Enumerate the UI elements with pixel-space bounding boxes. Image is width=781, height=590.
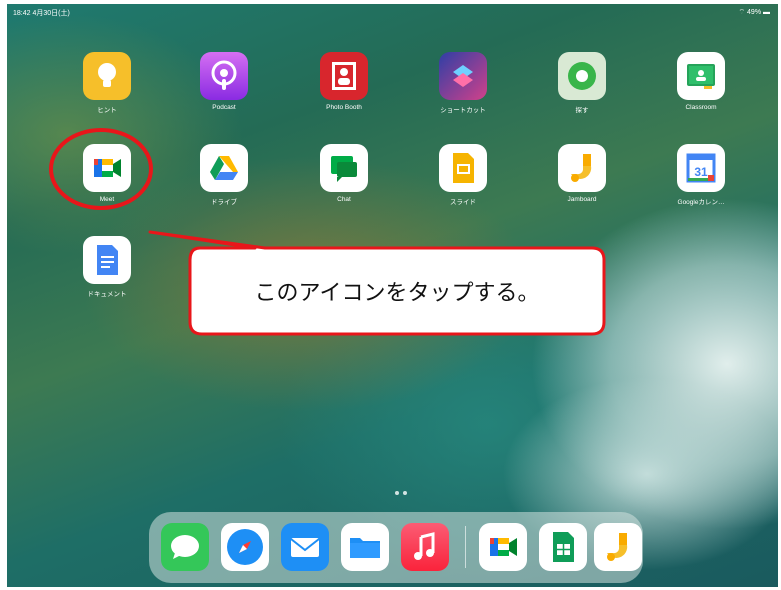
podcast-icon [200,52,248,100]
google-docs-icon [83,236,131,284]
files-icon[interactable] [341,523,389,571]
google-drive-icon [200,144,248,192]
dock-separator [465,526,466,568]
jamboard-icon[interactable] [594,523,642,571]
calendar-day: 31 [694,165,708,179]
find-my-icon [558,52,606,100]
highlight-circle [49,128,153,210]
app-jamboard[interactable]: Jamboard [547,144,617,203]
app-label: Jamboard [567,196,597,203]
app-label: Photo Booth [326,104,362,111]
jamboard-icon [558,144,606,192]
app-label: スライド [450,199,476,206]
dock [149,512,643,583]
app-label: ショートカット [440,107,486,114]
app-drive[interactable]: ドライブ [189,144,259,206]
safari-icon[interactable] [221,523,269,571]
app-find-my[interactable]: 探す [547,52,617,114]
messages-icon[interactable] [161,523,209,571]
mail-icon[interactable] [281,523,329,571]
app-docs[interactable]: ドキュメント [72,236,142,298]
status-battery: ⌔ 49% ▬ [738,9,770,16]
page-indicator[interactable] [393,482,409,500]
music-icon[interactable] [401,523,449,571]
app-shortcuts[interactable]: ショートカット [428,52,498,114]
app-photo-booth[interactable]: Photo Booth [309,52,379,111]
lightbulb-icon [83,52,131,100]
app-label: Googleカレン… [677,199,725,206]
app-label: 探す [575,107,589,114]
google-meet-icon[interactable] [479,523,527,571]
app-chat[interactable]: Chat [309,144,379,203]
app-slides[interactable]: スライド [428,144,498,206]
callout-text: このアイコンをタップする。 [254,280,540,305]
google-slides-icon [439,144,487,192]
photo-booth-icon [320,52,368,100]
google-chat-icon [320,144,368,192]
app-label: Podcast [212,104,236,111]
app-label: ヒント [97,107,117,114]
google-sheets-icon[interactable] [539,523,587,571]
status-time: 18:42 4月30日(土) [13,10,70,17]
classroom-icon [677,52,725,100]
app-label: Chat [337,196,351,203]
google-calendar-icon: 31 [677,144,725,192]
app-calendar[interactable]: 31 Googleカレン… [666,144,736,206]
screenshot-frame: 18:42 4月30日(土) ⌔ 49% ▬ ヒント Podcast Photo… [0,0,781,590]
shortcuts-icon [439,52,487,100]
app-podcast[interactable]: Podcast [189,52,259,111]
status-bar: 18:42 4月30日(土) ⌔ 49% ▬ [13,6,770,20]
app-label: ドキュメント [87,291,127,298]
app-label: Classroom [685,104,717,111]
app-classroom[interactable]: Classroom [666,52,736,111]
app-label: ドライブ [211,199,237,206]
app-hints[interactable]: ヒント [72,52,142,114]
